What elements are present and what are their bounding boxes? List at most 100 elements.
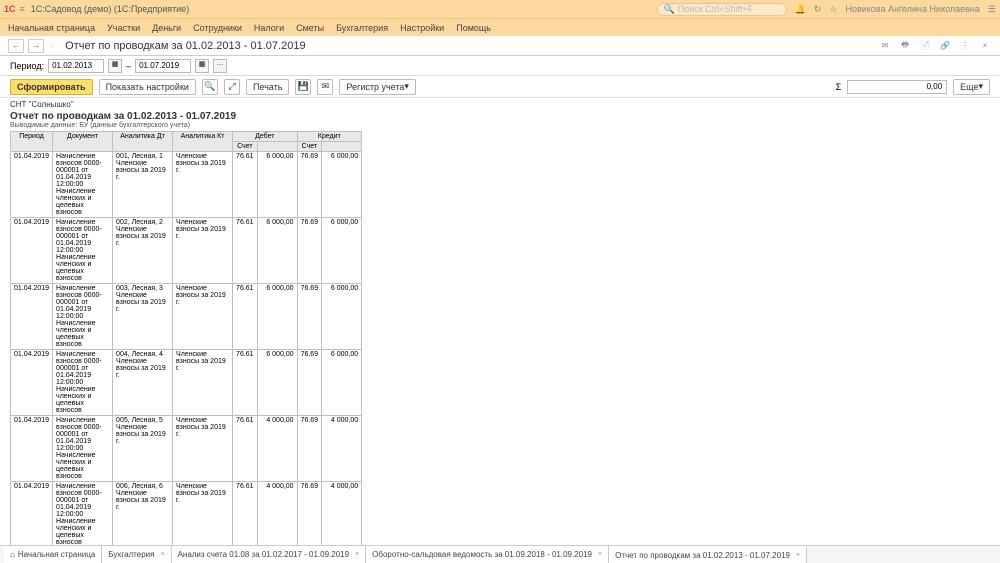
window-title: 1С:Садовод (демо) (1С:Предприятие) [31,4,190,14]
expand-button[interactable]: ⤢ [224,79,240,95]
page-title: Отчет по проводкам за 01.02.2013 - 01.07… [65,40,305,52]
tab[interactable]: Анализ счета 01.08 за 01.02.2017 - 01.09… [172,546,367,563]
tab[interactable]: Отчет по проводкам за 01.02.2013 - 01.07… [609,546,807,563]
cell-acc-k: 76.69 [297,152,322,218]
cell-doc: Начисление взносов 0000-000001 от 01.04.… [53,152,113,218]
period-picker-icon[interactable]: … [213,59,227,73]
show-settings-button[interactable]: Показать настройки [99,79,196,95]
period-to-input[interactable] [135,59,191,73]
close-icon[interactable]: × [598,551,602,558]
cell-ankt: Членские взносы за 2019 г. [173,416,233,482]
cell-amt-d: 6 000,00 [257,284,297,350]
cell-period: 01.04.2019 [11,218,53,284]
close-icon[interactable]: × [355,551,359,558]
bottom-tabs: Начальная страницаБухгалтерия×Анализ сче… [0,545,1000,563]
tab[interactable]: Оборотно-сальдовая ведомость за 01.09.20… [366,546,609,563]
back-button[interactable]: ← [8,39,24,53]
star-icon[interactable]: ☆ [829,4,837,15]
th-credit: Кредит [297,132,362,142]
table-row[interactable]: 01.04.2019Начисление взносов 0000-000001… [11,284,362,350]
cell-amt-d: 4 000,00 [257,482,297,546]
cell-amt-k: 4 000,00 [322,416,362,482]
report-subtitle: Выводимые данные: БУ (данные бухгалтерск… [10,122,990,129]
tab[interactable]: Начальная страница [4,546,102,563]
th-period: Период [11,132,53,152]
email-icon[interactable]: ✉ [878,39,892,53]
period-from-input[interactable] [48,59,104,73]
find-button[interactable]: 🔍 [202,79,218,95]
save-button[interactable]: 💾 [295,79,311,95]
table-row[interactable]: 01.04.2019Начисление взносов 0000-000001… [11,350,362,416]
period-to-calendar-icon[interactable]: ▦ [195,59,209,73]
more-button[interactable]: Еще ▾ [953,79,990,95]
menu-money[interactable]: Деньги [152,23,181,33]
search-icon: 🔍 [664,4,675,15]
menu-start[interactable]: Начальная страница [8,23,95,33]
report-org: СНТ "Солнышко" [10,100,990,109]
tab[interactable]: Бухгалтерия× [102,546,171,563]
cell-doc: Начисление взносов 0000-000001 от 01.04.… [53,218,113,284]
report-area[interactable]: СНТ "Солнышко" Отчет по проводкам за 01.… [0,98,1000,545]
mail-button[interactable]: ✉ [317,79,333,95]
forward-button[interactable]: → [28,39,44,53]
menu-help[interactable]: Помощь [456,23,491,33]
link-icon[interactable]: 🔗 [938,39,952,53]
cell-amt-d: 6 000,00 [257,350,297,416]
bell-icon[interactable]: 🔔 [795,4,806,15]
chevron-down-icon: ▾ [978,81,983,92]
favorite-icon[interactable] [48,41,55,50]
menu-employees[interactable]: Сотрудники [193,23,242,33]
cell-ankt: Членские взносы за 2019 г. [173,218,233,284]
search-placeholder: Поиск Ctrl+Shift+F [678,4,753,14]
burger-icon[interactable]: ≡ [20,4,25,14]
cell-acc-k: 76.69 [297,350,322,416]
menu-plots[interactable]: Участки [107,23,140,33]
nav-toolbar: ← → Отчет по проводкам за 01.02.2013 - 0… [0,36,1000,56]
close-page-icon[interactable]: × [978,39,992,53]
cell-ankt: Членские взносы за 2019 г. [173,482,233,546]
cell-acc-d: 76.61 [233,218,258,284]
table-row[interactable]: 01.04.2019Начисление взносов 0000-000001… [11,218,362,284]
menu-taxes[interactable]: Налоги [254,23,284,33]
cell-acc-k: 76.69 [297,284,322,350]
form-button[interactable]: Сформировать [10,79,93,95]
table-row[interactable]: 01.04.2019Начисление взносов 0000-000001… [11,482,362,546]
register-button[interactable]: Регистр учета ▾ [339,79,416,95]
cell-acc-k: 76.69 [297,482,322,546]
print-icon[interactable]: 🖶 [898,39,912,53]
cell-andt: 002, Лесная, 2 Членские взносы за 2019 г… [113,218,173,284]
cell-acc-d: 76.61 [233,416,258,482]
cell-acc-k: 76.69 [297,218,322,284]
titlebar: 1С ≡ 1С:Садовод (демо) (1С:Предприятие) … [0,0,1000,18]
th-acc-d: Счет [233,142,258,152]
table-row[interactable]: 01.04.2019Начисление взносов 0000-000001… [11,416,362,482]
user-name[interactable]: Новикова Ангелина Николаевна [845,4,979,14]
print-button[interactable]: Печать [246,79,289,95]
table-row[interactable]: 01.04.2019Начисление взносов 0000-000001… [11,152,362,218]
cell-amt-k: 6 000,00 [322,152,362,218]
menu-icon[interactable]: ☰ [988,4,996,15]
menu-estimates[interactable]: Сметы [296,23,324,33]
history-icon[interactable]: ↻ [814,4,822,15]
cell-andt: 003, Лесная, 3 Членские взносы за 2019 г… [113,284,173,350]
cell-period: 01.04.2019 [11,284,53,350]
close-icon[interactable]: × [160,551,164,558]
cell-amt-k: 6 000,00 [322,284,362,350]
action-bar: Сформировать Показать настройки 🔍 ⤢ Печа… [0,76,1000,98]
cell-amt-d: 6 000,00 [257,152,297,218]
period-from-calendar-icon[interactable]: ▦ [108,59,122,73]
global-search[interactable]: 🔍 Поиск Ctrl+Shift+F [657,3,787,16]
th-analytics-dt: Аналитика Дт [113,132,173,152]
cell-amt-d: 4 000,00 [257,416,297,482]
cell-amt-d: 6 000,00 [257,218,297,284]
menu-settings[interactable]: Настройки [400,23,444,33]
cell-ankt: Членские взносы за 2019 г. [173,152,233,218]
menu-accounting[interactable]: Бухгалтерия [336,23,388,33]
sum-field[interactable] [847,80,947,94]
cell-doc: Начисление взносов 0000-000001 от 01.04.… [53,284,113,350]
more-icon[interactable]: ⋮ [958,39,972,53]
logo-icon: 1С [4,4,16,14]
close-icon[interactable]: × [796,552,800,559]
export-icon[interactable]: 📄 [918,39,932,53]
cell-doc: Начисление взносов 0000-000001 от 01.04.… [53,350,113,416]
